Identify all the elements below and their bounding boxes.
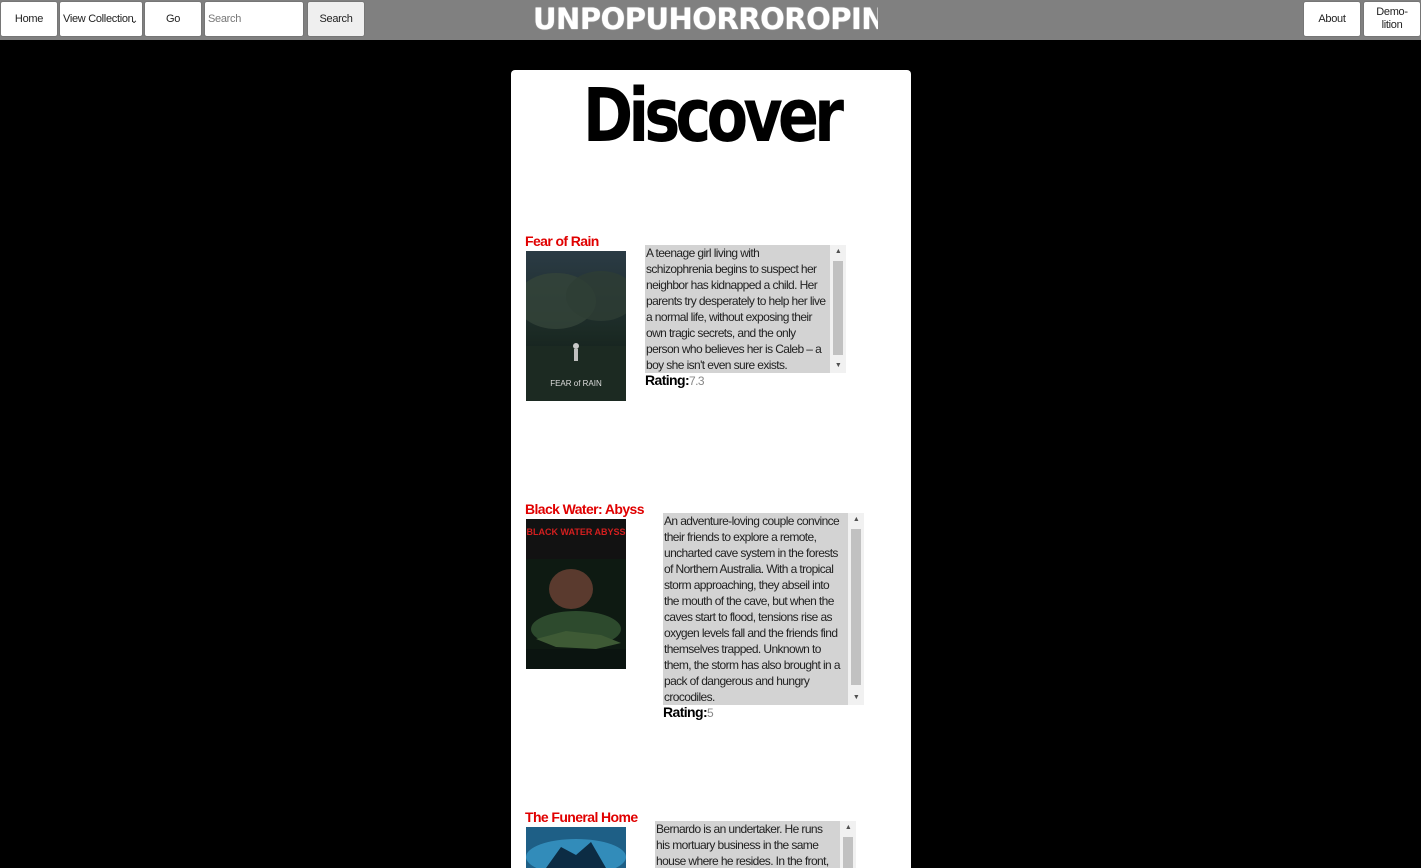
go-button[interactable]: Go: [144, 1, 202, 37]
description-text: A teenage girl living with schizophrenia…: [646, 246, 826, 372]
movie-title-link[interactable]: Fear of Rain: [525, 233, 599, 249]
rating-row: Rating:5: [663, 704, 714, 720]
chevron-down-icon: ⌄: [129, 15, 138, 26]
movie-title-link[interactable]: Black Water: Abyss: [525, 501, 644, 517]
collection-select-value: View Collection: [63, 12, 134, 25]
description-box[interactable]: An adventure-loving couple convince thei…: [663, 513, 864, 705]
rating-label: Rating:: [645, 372, 690, 388]
movie-title-link[interactable]: The Funeral Home: [525, 809, 638, 825]
page-title: Discover: [582, 73, 844, 159]
rating-value: 7.3: [689, 374, 704, 388]
description-text: Bernardo is an undertaker. He runs his m…: [656, 822, 829, 868]
description-box[interactable]: A teenage girl living with schizophrenia…: [645, 245, 846, 373]
movie-poster[interactable]: FEAR of RAIN: [526, 251, 626, 401]
scroll-up-icon[interactable]: ▲: [848, 513, 864, 527]
scrollbar-thumb[interactable]: [843, 837, 853, 868]
search-input[interactable]: Search: [204, 1, 304, 37]
poster-fear-of-rain-image: FEAR of RAIN: [526, 251, 626, 401]
scrollbar-thumb[interactable]: [833, 261, 843, 355]
about-button[interactable]: About: [1303, 1, 1361, 37]
search-placeholder: Search: [208, 13, 242, 25]
scrollbar[interactable]: ▲ ▼: [848, 513, 864, 705]
rating-value: 5: [707, 706, 714, 720]
demolition-button[interactable]: Demo-lition: [1363, 1, 1421, 37]
scroll-up-icon[interactable]: ▲: [840, 821, 856, 835]
movie-poster[interactable]: BLACK WATER ABYSS: [526, 519, 626, 669]
description-text: An adventure-loving couple convince thei…: [664, 514, 841, 704]
top-nav-bar: Home View Collection ⌄ Go Search Search …: [0, 0, 1421, 40]
site-brand-logo[interactable]: UNPOPUHORROROPINION: [533, 1, 878, 37]
movie-poster[interactable]: [526, 827, 626, 868]
poster-caption: BLACK WATER ABYSS: [527, 527, 626, 537]
scroll-down-icon[interactable]: ▼: [848, 691, 864, 705]
home-button[interactable]: Home: [0, 1, 58, 37]
scroll-down-icon[interactable]: ▼: [830, 359, 846, 373]
scrollbar-thumb[interactable]: [851, 529, 861, 685]
discover-card: Discover Fear of Rain FEAR of RAIN A tee…: [511, 70, 911, 868]
rating-label: Rating:: [663, 704, 708, 720]
poster-caption: FEAR of RAIN: [550, 379, 602, 388]
collection-select[interactable]: View Collection ⌄: [59, 1, 143, 37]
poster-funeral-home-image: [526, 827, 626, 868]
description-box[interactable]: Bernardo is an undertaker. He runs his m…: [655, 821, 856, 868]
rating-row: Rating:7.3: [645, 372, 705, 388]
poster-black-water-abyss-image: BLACK WATER ABYSS: [526, 519, 626, 669]
scroll-up-icon[interactable]: ▲: [830, 245, 846, 259]
search-button[interactable]: Search: [307, 1, 365, 37]
scrollbar[interactable]: ▲ ▼: [830, 245, 846, 373]
scrollbar[interactable]: ▲: [840, 821, 856, 868]
